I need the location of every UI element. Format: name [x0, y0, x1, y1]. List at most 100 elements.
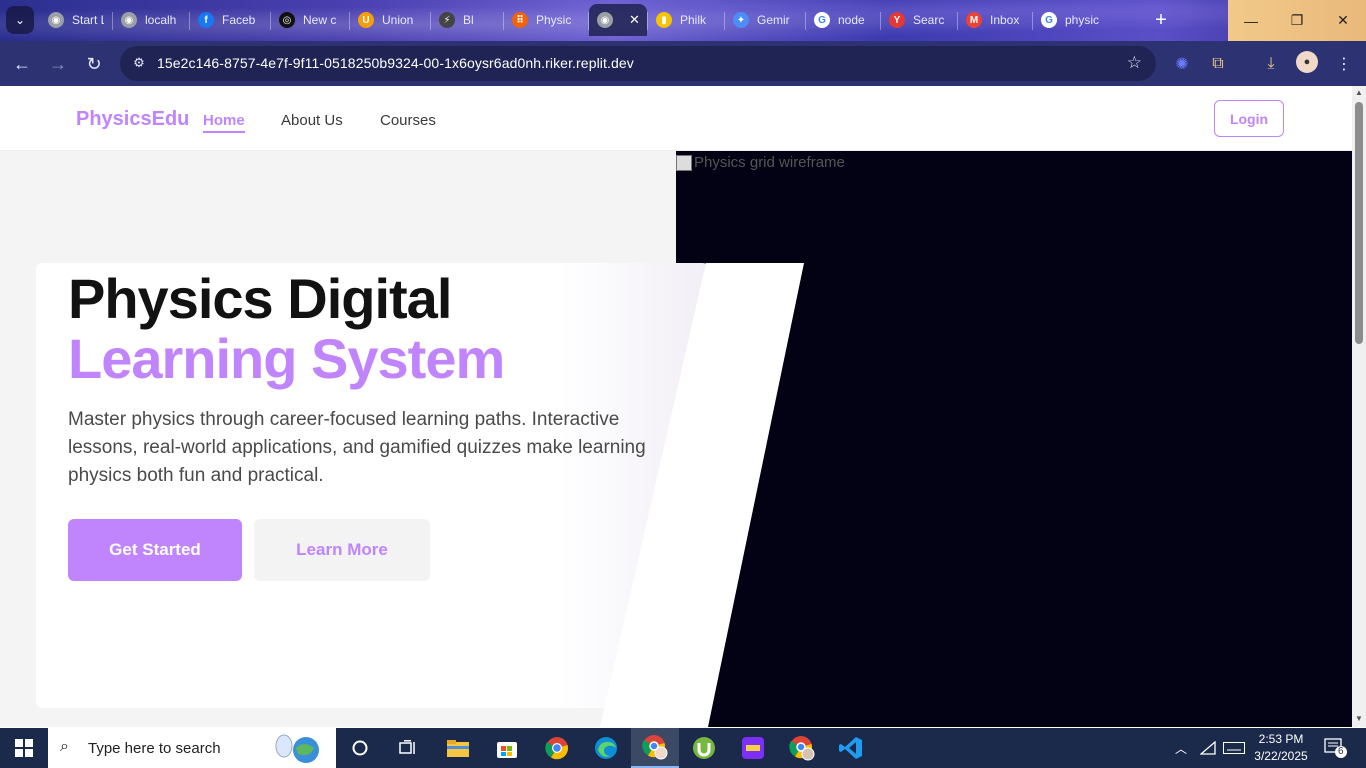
browser-tab[interactable]: ⠿ Physic [504, 4, 588, 36]
vscode-icon[interactable] [827, 728, 875, 768]
site-settings-icon[interactable]: ⚙ [130, 54, 148, 72]
bookmark-star-icon[interactable]: ☆ [1127, 53, 1142, 73]
browser-toolbar: ← → ↻ ⚙ 15e2c146-8757-4e7f-9f11-0518250b… [0, 41, 1366, 86]
globe-icon: ◉ [48, 12, 64, 28]
microsoft-store-icon[interactable] [483, 728, 531, 768]
union-icon: U [358, 12, 374, 28]
bookmark-icon: ▮ [656, 12, 672, 28]
extensions-puzzle-icon[interactable]: ⧉ [1206, 52, 1230, 76]
site-navbar: PhysicsEdu Home About Us Courses Login [0, 86, 1352, 151]
hero-title-line1: Physics Digital [68, 267, 452, 330]
get-started-button[interactable]: Get Started [68, 519, 242, 581]
chrome-profile-icon[interactable] [778, 728, 826, 768]
browser-tab[interactable]: ✦ Gemir [725, 4, 805, 36]
notification-center-icon[interactable]: 6 [1324, 738, 1347, 758]
tab-title: localh [145, 13, 177, 27]
notification-count-badge: 6 [1335, 746, 1347, 758]
tab-title: Philk [680, 13, 707, 27]
hero-slant-divider [600, 263, 804, 727]
tab-title: Start L [72, 13, 104, 27]
hero-description: Master physics through career-focused le… [68, 409, 646, 486]
tab-title: Searc [913, 13, 945, 27]
edge-icon[interactable] [582, 728, 630, 768]
broken-image-icon [676, 154, 692, 171]
nav-courses-link[interactable]: Courses [380, 112, 436, 129]
browser-tab[interactable]: f Faceb [190, 4, 270, 36]
utorrent-icon[interactable] [680, 728, 728, 768]
close-window-button[interactable]: ✕ [1320, 0, 1366, 41]
taskbar-search-box[interactable]: ⌕ Type here to search [48, 728, 336, 768]
learn-more-button[interactable]: Learn More [254, 519, 430, 581]
google-icon: G [1041, 12, 1057, 28]
nav-about-link[interactable]: About Us [281, 112, 343, 129]
browser-tab[interactable]: ◉ Start L [40, 4, 112, 36]
close-tab-icon[interactable]: ✕ [629, 12, 640, 28]
login-button[interactable]: Login [1214, 100, 1284, 137]
tab-title: physic [1065, 13, 1100, 27]
reload-button[interactable]: ↻ [81, 51, 107, 77]
clock-time: 2:53 PM [1258, 732, 1304, 746]
google-icon: G [814, 12, 830, 28]
show-hidden-icons-chevron-icon[interactable]: ︿ [1172, 728, 1190, 768]
browser-tab[interactable]: Gphysic [1033, 4, 1109, 36]
extension-icon[interactable]: ✺ [1170, 52, 1194, 76]
tab-title: New c [303, 13, 337, 27]
tab-title: Physic [536, 13, 572, 27]
network-icon[interactable] [1198, 728, 1218, 768]
profile-avatar[interactable]: ● [1296, 51, 1318, 73]
chrome-profile-active-icon[interactable] [631, 728, 679, 768]
tab-search-button[interactable]: ⌄ [6, 6, 34, 34]
browser-tab[interactable]: ◎ New c [271, 4, 349, 36]
url-text[interactable]: 15e2c146-8757-4e7f-9f11-0518250b9324-00-… [157, 55, 634, 71]
back-button[interactable]: ← [9, 51, 35, 77]
scroll-down-arrow-icon[interactable]: ▼ [1354, 714, 1364, 724]
tab-title: Faceb [222, 13, 256, 27]
tab-title: node [838, 13, 865, 27]
scroll-thumb[interactable] [1355, 102, 1363, 344]
system-clock[interactable]: 2:53 PM 3/22/2025 [1250, 731, 1312, 765]
start-button[interactable] [0, 728, 48, 768]
download-icon[interactable]: ⤓ [1259, 52, 1283, 76]
site-logo[interactable]: PhysicsEdu [76, 108, 189, 131]
scroll-up-arrow-icon[interactable]: ▲ [1354, 88, 1364, 98]
search-engine-icon: Y [889, 12, 905, 28]
page-scrollbar[interactable]: ▲ ▼ [1352, 86, 1366, 727]
browser-tab[interactable]: ⚡ Bl [431, 4, 503, 36]
hero-title-line2: Learning System [68, 327, 505, 390]
browser-tab[interactable]: Gnode [806, 4, 880, 36]
taskbar-search-placeholder: Type here to search [88, 740, 221, 757]
globe-icon: ◉ [597, 12, 613, 28]
browser-tab[interactable]: Y Searc [881, 4, 957, 36]
file-explorer-icon[interactable] [434, 728, 482, 768]
clock-date: 3/22/2025 [1254, 749, 1308, 763]
restore-button[interactable]: ❐ [1274, 0, 1320, 41]
gmail-icon: M [966, 12, 982, 28]
tab-list: ◉ Start L ◉ localh f Faceb ◎ New c U Union ⚡ Bl ⠿ Phy… [40, 4, 1109, 37]
browser-tab-strip: ⌄ ◉ Start L ◉ localh f Faceb ◎ New c U Union ⚡ Bl ⠿ P… [0, 0, 1366, 41]
forward-button[interactable]: → [45, 51, 71, 77]
tab-title: Bl [463, 13, 474, 27]
nav-home-link[interactable]: Home [203, 112, 245, 133]
chrome-taskbar-icon[interactable] [533, 728, 581, 768]
browser-tab[interactable]: ◉Pl✕ [589, 4, 647, 36]
broken-image-alt: Physics grid wireframe [676, 154, 845, 171]
address-bar[interactable]: ⚙ 15e2c146-8757-4e7f-9f11-0518250b9324-0… [120, 46, 1156, 81]
search-icon: ⌕ [60, 738, 69, 755]
cortana-icon[interactable] [336, 728, 384, 768]
inshot-editor-icon[interactable] [729, 728, 777, 768]
browser-menu-icon[interactable]: ⋮ [1332, 52, 1356, 76]
bolt-icon: ⚡ [439, 12, 455, 28]
browser-tab[interactable]: M Inbox [958, 4, 1032, 36]
tab-title: Union [382, 13, 414, 27]
facebook-icon: f [198, 12, 214, 28]
task-view-icon[interactable] [384, 728, 432, 768]
browser-tab[interactable]: U Union [350, 4, 430, 36]
windows-logo-icon [15, 739, 33, 757]
browser-tab[interactable]: ▮ Philk [648, 4, 724, 36]
browser-tab[interactable]: ◉ localh [113, 4, 189, 36]
new-tab-button[interactable]: + [1149, 8, 1173, 32]
minimize-button[interactable]: — [1228, 0, 1274, 41]
replit-icon: ⠿ [512, 12, 528, 28]
tab-title: Inbox [990, 13, 1020, 27]
keyboard-icon[interactable] [1222, 728, 1246, 768]
